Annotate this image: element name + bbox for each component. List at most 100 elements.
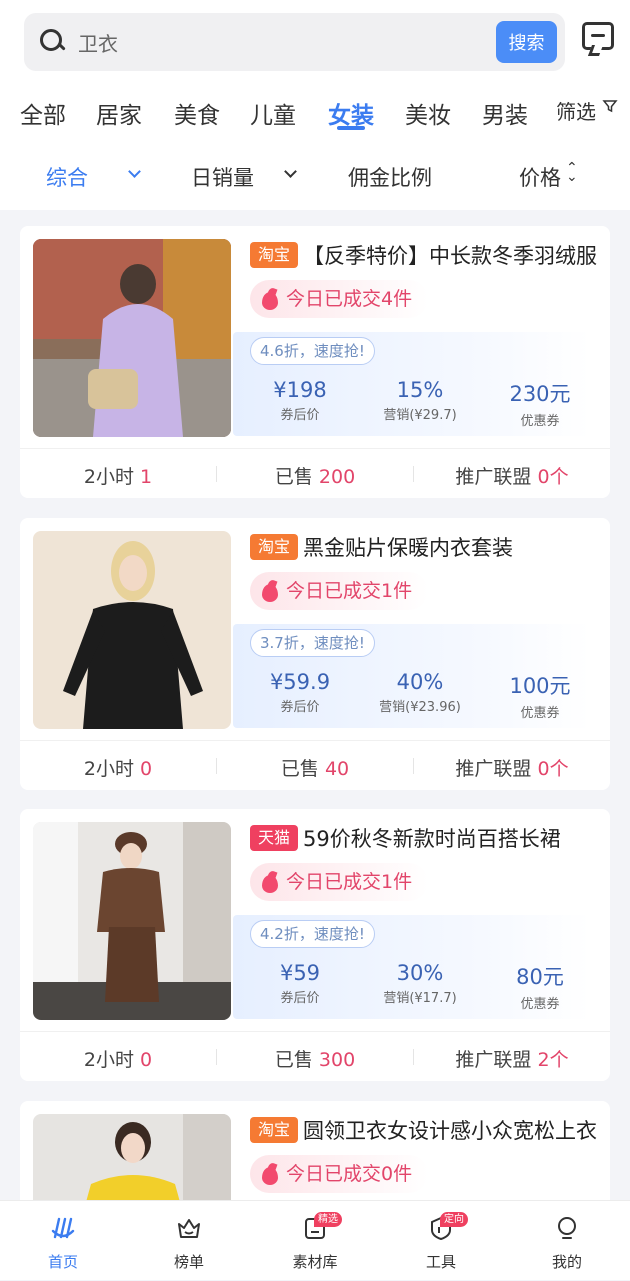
coupon-label: 优惠券 [520, 997, 560, 1012]
commission-value: 40% [396, 670, 444, 694]
commission-label: 营销(¥23.96) [379, 700, 461, 715]
platform-tag: 天猫 [250, 825, 299, 851]
sold-label: 已售 [274, 466, 313, 488]
today-deals-text: 今日已成交4件 [286, 288, 413, 310]
category-tabs: 全部 居家 美食 儿童 女装 美妆 男装 [0, 88, 630, 138]
tab-womens[interactable]: 女装 [328, 96, 374, 130]
commission-value: 15% [396, 378, 444, 402]
tab-profile[interactable]: 我的 [504, 1201, 630, 1281]
sort-comprehensive[interactable]: 综合 [46, 162, 88, 192]
card-footer: 2小时 0 已售 40 推广联盟 0个 [20, 740, 610, 790]
tab-ranking[interactable]: 榜单 [126, 1201, 252, 1281]
discount-badge: 4.6折，速度抢! [250, 337, 375, 365]
price-value: ¥59.9 [269, 670, 331, 694]
filter-button[interactable]: 筛选 [556, 96, 618, 125]
tab-food[interactable]: 美食 [174, 96, 220, 130]
price-stat: ¥59.9 券后价 [240, 670, 360, 715]
alliance-value: 0个 [537, 466, 569, 488]
product-image [33, 1114, 231, 1200]
tab-label: 榜单 [173, 1253, 204, 1271]
product-card[interactable]: 天猫 59价秋冬新款时尚百搭长裙 今日已成交1件 4.2折，速度抢! ¥59 券后… [20, 809, 610, 1081]
search-bar[interactable]: 搜索 [24, 13, 565, 71]
flame-icon [260, 580, 280, 602]
alliance-value: 0个 [537, 758, 569, 780]
discount-badge: 3.7折，速度抢! [250, 629, 375, 657]
coupon-stat: 80元优惠券 [480, 961, 600, 1012]
search-button[interactable]: 搜索 [496, 21, 557, 63]
alliance-stat: 推广联盟 0个 [414, 462, 610, 489]
hours-stat: 2小时 0 [20, 754, 216, 781]
coupon-label: 优惠券 [520, 706, 560, 721]
today-deals-badge: 今日已成交1件 [250, 863, 429, 901]
product-card[interactable]: 淘宝 【反季特价】中长款冬季羽绒服 今日已成交4件 4.6折，速度抢! ¥198… [20, 226, 610, 498]
tab-material[interactable]: 精选 素材库 [252, 1201, 378, 1281]
sort-price[interactable]: 价格 [519, 162, 561, 192]
sort-daily-sales[interactable]: 日销量 [191, 162, 254, 192]
sold-stat: 已售 300 [217, 1045, 413, 1072]
product-card[interactable]: 淘宝 圆领卫衣女设计感小众宽松上衣 今日已成交0件 [20, 1101, 610, 1200]
card-footer: 2小时 1 已售 200 推广联盟 0个 [20, 448, 610, 498]
product-title[interactable]: 【反季特价】中长款冬季羽绒服 [303, 240, 603, 270]
product-title[interactable]: 黑金贴片保暖内衣套装 [303, 532, 603, 562]
stats-panel: 4.6折，速度抢! ¥198 券后价 15% 营销(¥29.7) 230元 优惠券 [233, 332, 590, 436]
price-label: 券后价 [280, 408, 320, 423]
sold-value: 40 [324, 758, 350, 780]
hours-label: 2小时 [83, 758, 134, 780]
stats-panel: 3.7折，速度抢! ¥59.9 券后价 40% 营销(¥23.96) 100元优惠券 [233, 624, 590, 728]
coupon-value: 80元 [516, 965, 564, 989]
tab-mens[interactable]: 男装 [482, 96, 528, 130]
tab-home[interactable]: 首页 [0, 1201, 126, 1281]
alliance-label: 推广联盟 [455, 1049, 532, 1071]
coupon-value: 100元 [509, 674, 571, 698]
sold-label: 已售 [280, 758, 319, 780]
hours-label: 2小时 [83, 466, 134, 488]
product-image [33, 822, 231, 1020]
product-image [33, 531, 231, 729]
tab-kids[interactable]: 儿童 [250, 96, 296, 130]
alliance-stat: 推广联盟 2个 [414, 1045, 610, 1072]
commission-stat: 40% 营销(¥23.96) [360, 670, 480, 715]
sold-value: 300 [318, 1049, 356, 1071]
tab-tools[interactable]: 定向 工具 [378, 1201, 504, 1281]
price-stat: ¥59 券后价 [240, 961, 360, 1006]
stats-panel: 4.2折，速度抢! ¥59 券后价 30% 营销(¥17.7) 80元 优惠券 [233, 915, 590, 1019]
sold-stat: 已售 40 [217, 754, 413, 781]
price-value: ¥59 [279, 961, 321, 985]
hours-value: 1 [140, 466, 153, 488]
filter-icon [602, 100, 618, 113]
today-deals-badge: 今日已成交0件 [250, 1155, 429, 1193]
search-input[interactable] [78, 30, 468, 54]
product-title[interactable]: 59价秋冬新款时尚百搭长裙 [303, 823, 603, 853]
sold-stat: 已售 200 [217, 462, 413, 489]
hours-value: 0 [140, 1049, 153, 1071]
tab-beauty[interactable]: 美妆 [405, 96, 451, 130]
card-footer: 2小时 0 已售 300 推广联盟 2个 [20, 1031, 610, 1081]
coupon-stat: 230元 优惠券 [480, 378, 600, 429]
price-label: 券后价 [280, 700, 320, 715]
commission-stat: 30% 营销(¥17.7) [360, 961, 480, 1006]
tab-home[interactable]: 居家 [96, 96, 142, 130]
platform-tag: 淘宝 [250, 534, 299, 560]
ranking-icon [178, 1219, 200, 1238]
chevron-down-icon [128, 165, 141, 178]
product-card[interactable]: 淘宝 黑金贴片保暖内衣套装 今日已成交1件 3.7折，速度抢! ¥59.9 券后价… [20, 518, 610, 790]
message-icon[interactable] [582, 22, 614, 50]
active-tab-indicator [337, 126, 365, 130]
platform-tag: 淘宝 [250, 242, 299, 268]
today-deals-text: 今日已成交0件 [286, 1163, 413, 1185]
alliance-label: 推广联盟 [455, 758, 532, 780]
tab-label: 素材库 [292, 1253, 338, 1271]
profile-icon [558, 1217, 576, 1239]
search-icon [38, 27, 68, 57]
tab-label: 我的 [551, 1253, 582, 1271]
chevron-down-icon [284, 165, 297, 178]
commission-label: 营销(¥17.7) [383, 991, 457, 1006]
coupon-stat: 100元优惠券 [480, 670, 600, 721]
hours-value: 0 [140, 758, 153, 780]
hours-stat: 2小时 1 [20, 462, 216, 489]
product-image [33, 239, 231, 437]
sort-commission[interactable]: 佣金比例 [348, 162, 432, 192]
tab-all[interactable]: 全部 [20, 96, 66, 130]
price-stat: ¥198 券后价 [240, 378, 360, 423]
product-title[interactable]: 圆领卫衣女设计感小众宽松上衣 [303, 1115, 603, 1145]
